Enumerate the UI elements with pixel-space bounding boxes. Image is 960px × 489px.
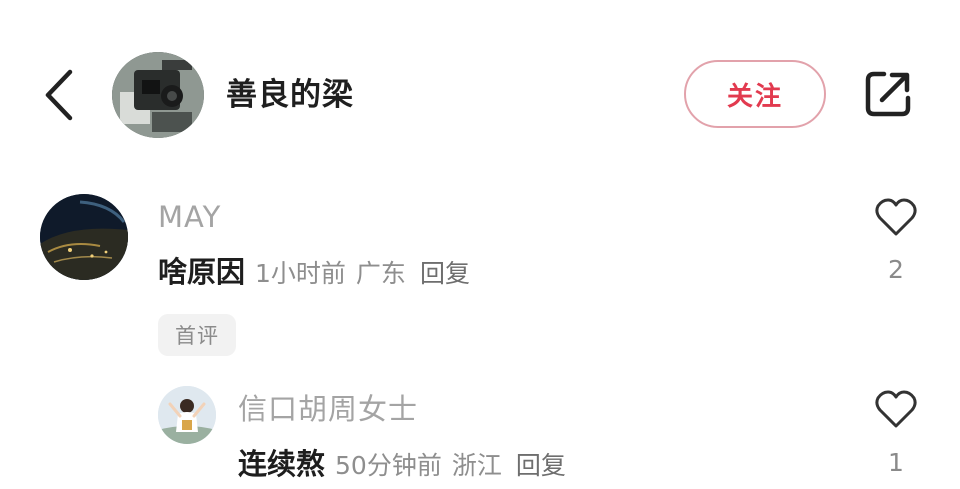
reply-body: 连续熬 50分钟前 浙江 回复 [238,444,566,489]
heart-icon[interactable] [874,390,918,430]
girl-figure-avatar-image [158,386,216,444]
heart-icon[interactable] [874,198,918,238]
comment-text: 啥原因 [158,255,246,289]
earth-at-night-avatar-image [40,194,128,280]
reply-button[interactable]: 回复 [516,451,566,480]
profile-username[interactable]: 善良的梁 [226,74,354,116]
comment-author[interactable]: MAY [158,198,221,236]
like-count: 1 [888,448,904,477]
like-count: 2 [888,255,904,284]
commenter-avatar[interactable] [40,194,128,280]
comment-body: 啥原因 1小时前 广东 回复 [158,252,470,297]
reply-text: 连续熬 [238,447,326,481]
comment-location: 广东 [355,259,406,288]
header-avatar[interactable] [112,52,204,138]
reply-location: 浙江 [451,451,502,480]
reply-author-avatar[interactable] [158,386,216,444]
reply-author[interactable]: 信口胡周女士 [238,390,418,428]
first-comment-badge: 首评 [158,314,236,356]
follow-button[interactable]: 关注 [684,60,826,128]
chevron-left-icon[interactable] [36,66,86,124]
camera-rig-avatar-image [112,52,204,138]
reply-time: 50分钟前 [335,451,442,480]
reply-button[interactable]: 回复 [420,259,470,288]
comment-time: 1小时前 [255,259,346,288]
share-external-icon[interactable] [860,66,916,122]
